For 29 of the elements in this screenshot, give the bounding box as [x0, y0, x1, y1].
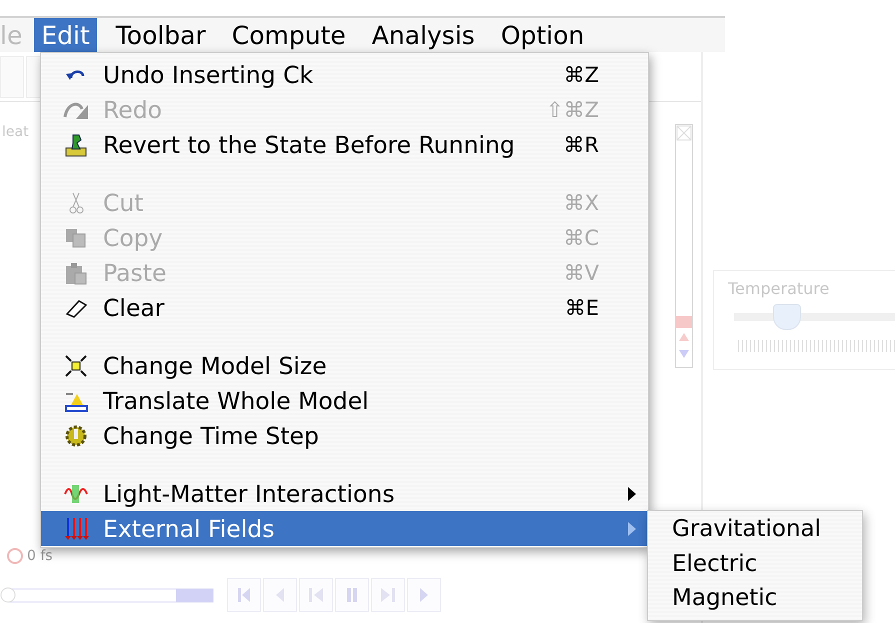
submenu-item[interactable]: Magnetic: [648, 581, 862, 616]
menu-item[interactable]: Change Model Size: [41, 348, 648, 383]
menu-item[interactable]: Revert to the State Before Running ⌘R: [41, 127, 648, 162]
figure-tray-icon: [63, 132, 89, 158]
playback-button[interactable]: [371, 578, 405, 612]
playback-button[interactable]: [227, 578, 261, 612]
time-reading: 0 fs: [27, 548, 53, 564]
menu-item[interactable]: Clear ⌘E: [41, 290, 648, 325]
gear-icon: [63, 422, 89, 448]
playback-button[interactable]: [335, 578, 369, 612]
submenu-item[interactable]: Electric: [648, 546, 862, 581]
field-arrows-icon: [63, 516, 89, 542]
resize-arrows-icon: [63, 352, 89, 378]
menu-title[interactable]: Toolbar: [108, 18, 213, 52]
playback-button[interactable]: [263, 578, 297, 612]
menu-title[interactable]: Analysis: [364, 18, 482, 52]
playback-button[interactable]: [299, 578, 333, 612]
clock-icon: [6, 547, 24, 565]
menu-title[interactable]: Edit: [34, 18, 97, 52]
playback-button[interactable]: [407, 578, 441, 612]
menu-item[interactable]: Change Time Step: [41, 418, 648, 453]
menu-item[interactable]: External Fields: [41, 511, 648, 546]
menu-title[interactable]: Option: [494, 18, 592, 52]
menu-item[interactable]: Light-Matter Interactions: [41, 476, 648, 511]
menu-item[interactable]: Undo Inserting Ck ⌘Z: [41, 57, 648, 92]
menu-title[interactable]: Compute: [224, 18, 353, 52]
menu-item[interactable]: Translate Whole Model: [41, 383, 648, 418]
scrollbar[interactable]: [675, 124, 693, 368]
submenu-item[interactable]: Gravitational: [648, 512, 862, 546]
